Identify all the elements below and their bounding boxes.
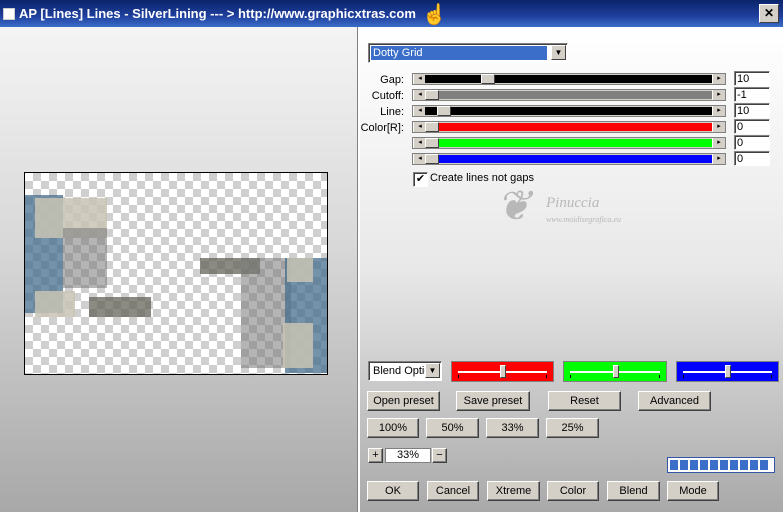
blend-options-dropdown[interactable]: Blend Optio ▼ bbox=[368, 361, 442, 381]
gap-slider-thumb[interactable] bbox=[481, 74, 495, 84]
progress-cell bbox=[690, 460, 698, 470]
progress-cell bbox=[750, 460, 758, 470]
watermark-logo-icon: ❦ bbox=[496, 184, 532, 230]
blue-blend-slider[interactable] bbox=[676, 361, 779, 382]
progress-cell bbox=[760, 460, 768, 470]
color-b-slider-thumb[interactable] bbox=[425, 154, 439, 164]
preview-image[interactable] bbox=[24, 172, 328, 375]
chevron-down-icon[interactable]: ▼ bbox=[551, 45, 566, 60]
cutoff-slider[interactable]: ◂ ▸ bbox=[412, 89, 726, 101]
arrow-right-icon[interactable]: ▸ bbox=[712, 106, 725, 116]
color-r-slider-thumb[interactable] bbox=[425, 122, 439, 132]
ok-button[interactable]: OK bbox=[367, 481, 419, 501]
progress-bar bbox=[667, 457, 775, 473]
green-blend-slider[interactable] bbox=[563, 361, 667, 382]
reset-button[interactable]: Reset bbox=[548, 391, 621, 411]
cancel-button[interactable]: Cancel bbox=[427, 481, 479, 501]
color-b-slider[interactable]: ◂ ▸ bbox=[412, 153, 726, 165]
title-bar: AP [Lines] Lines - SilverLining --- > ht… bbox=[0, 0, 783, 27]
window-icon[interactable] bbox=[3, 8, 15, 20]
preview-pane bbox=[0, 27, 357, 512]
zoom-33-button[interactable]: 33% bbox=[486, 418, 539, 438]
open-preset-button[interactable]: Open preset bbox=[367, 391, 440, 411]
xtreme-button[interactable]: Xtreme bbox=[487, 481, 540, 501]
zoom-50-button[interactable]: 50% bbox=[426, 418, 479, 438]
line-label: Line: bbox=[380, 106, 404, 118]
line-slider-thumb[interactable] bbox=[437, 106, 451, 116]
progress-cell bbox=[700, 460, 708, 470]
color-g-slider[interactable]: ◂ ▸ bbox=[412, 137, 726, 149]
watermark-subtext: www.moidisegrafica.eu bbox=[546, 215, 621, 224]
blend-button[interactable]: Blend bbox=[607, 481, 660, 501]
red-blend-slider[interactable] bbox=[451, 361, 554, 382]
create-lines-label: Create lines not gaps bbox=[430, 172, 534, 184]
arrow-right-icon[interactable]: ▸ bbox=[712, 90, 725, 100]
gap-value[interactable]: 10 bbox=[734, 71, 770, 86]
progress-cell bbox=[740, 460, 748, 470]
gap-label: Gap: bbox=[380, 74, 404, 86]
arrow-right-icon[interactable]: ▸ bbox=[712, 122, 725, 132]
color-r-value[interactable]: 0 bbox=[734, 119, 770, 134]
color-r-slider[interactable]: ◂ ▸ bbox=[412, 121, 726, 133]
progress-cell bbox=[730, 460, 738, 470]
close-button[interactable]: ✕ bbox=[759, 4, 779, 23]
effect-dropdown[interactable]: Dotty Grid ▼ bbox=[368, 43, 568, 63]
color-button[interactable]: Color bbox=[547, 481, 599, 501]
color-b-value[interactable]: 0 bbox=[734, 151, 770, 166]
red-blend-slider-thumb[interactable] bbox=[500, 365, 506, 378]
arrow-right-icon[interactable]: ▸ bbox=[712, 74, 725, 84]
blend-options-value: Blend Optio bbox=[373, 365, 425, 377]
line-value[interactable]: 10 bbox=[734, 103, 770, 118]
line-slider[interactable]: ◂ ▸ bbox=[412, 105, 726, 117]
color-g-value[interactable]: 0 bbox=[734, 135, 770, 150]
green-blend-slider-thumb[interactable] bbox=[613, 365, 619, 378]
gap-slider[interactable]: ◂ ▸ bbox=[412, 73, 726, 85]
save-preset-button[interactable]: Save preset bbox=[456, 391, 530, 411]
arrow-right-icon[interactable]: ▸ bbox=[712, 154, 725, 164]
advanced-button[interactable]: Advanced bbox=[638, 391, 711, 411]
color-r-label: Color[R]: bbox=[360, 122, 404, 134]
progress-cell bbox=[680, 460, 688, 470]
cutoff-label: Cutoff: bbox=[371, 90, 404, 102]
progress-cell bbox=[710, 460, 718, 470]
blue-blend-slider-thumb[interactable] bbox=[725, 365, 731, 378]
watermark-text: Pinuccia bbox=[546, 195, 600, 211]
control-pane: Dotty Grid ▼ Gap: ◂ ▸ 10 Cutoff: ◂ ▸ -1 … bbox=[360, 27, 783, 512]
color-g-slider-thumb[interactable] bbox=[425, 138, 439, 148]
zoom-25-button[interactable]: 25% bbox=[546, 418, 599, 438]
cutoff-value[interactable]: -1 bbox=[734, 87, 770, 102]
zoom-value[interactable]: 33% bbox=[385, 448, 431, 463]
chevron-down-icon[interactable]: ▼ bbox=[425, 363, 440, 378]
cutoff-slider-thumb[interactable] bbox=[425, 90, 439, 100]
zoom-100-button[interactable]: 100% bbox=[367, 418, 419, 438]
progress-cell bbox=[670, 460, 678, 470]
mode-button[interactable]: Mode bbox=[667, 481, 719, 501]
arrow-right-icon[interactable]: ▸ bbox=[712, 138, 725, 148]
create-lines-checkbox[interactable]: ✔ bbox=[413, 172, 428, 187]
zoom-out-button[interactable]: − bbox=[432, 448, 447, 463]
progress-cell bbox=[720, 460, 728, 470]
window-title: AP [Lines] Lines - SilverLining --- > ht… bbox=[19, 6, 416, 21]
zoom-in-button[interactable]: + bbox=[368, 448, 383, 463]
pointing-hand-icon: ☝ bbox=[422, 4, 447, 26]
effect-dropdown-value: Dotty Grid bbox=[371, 46, 547, 60]
